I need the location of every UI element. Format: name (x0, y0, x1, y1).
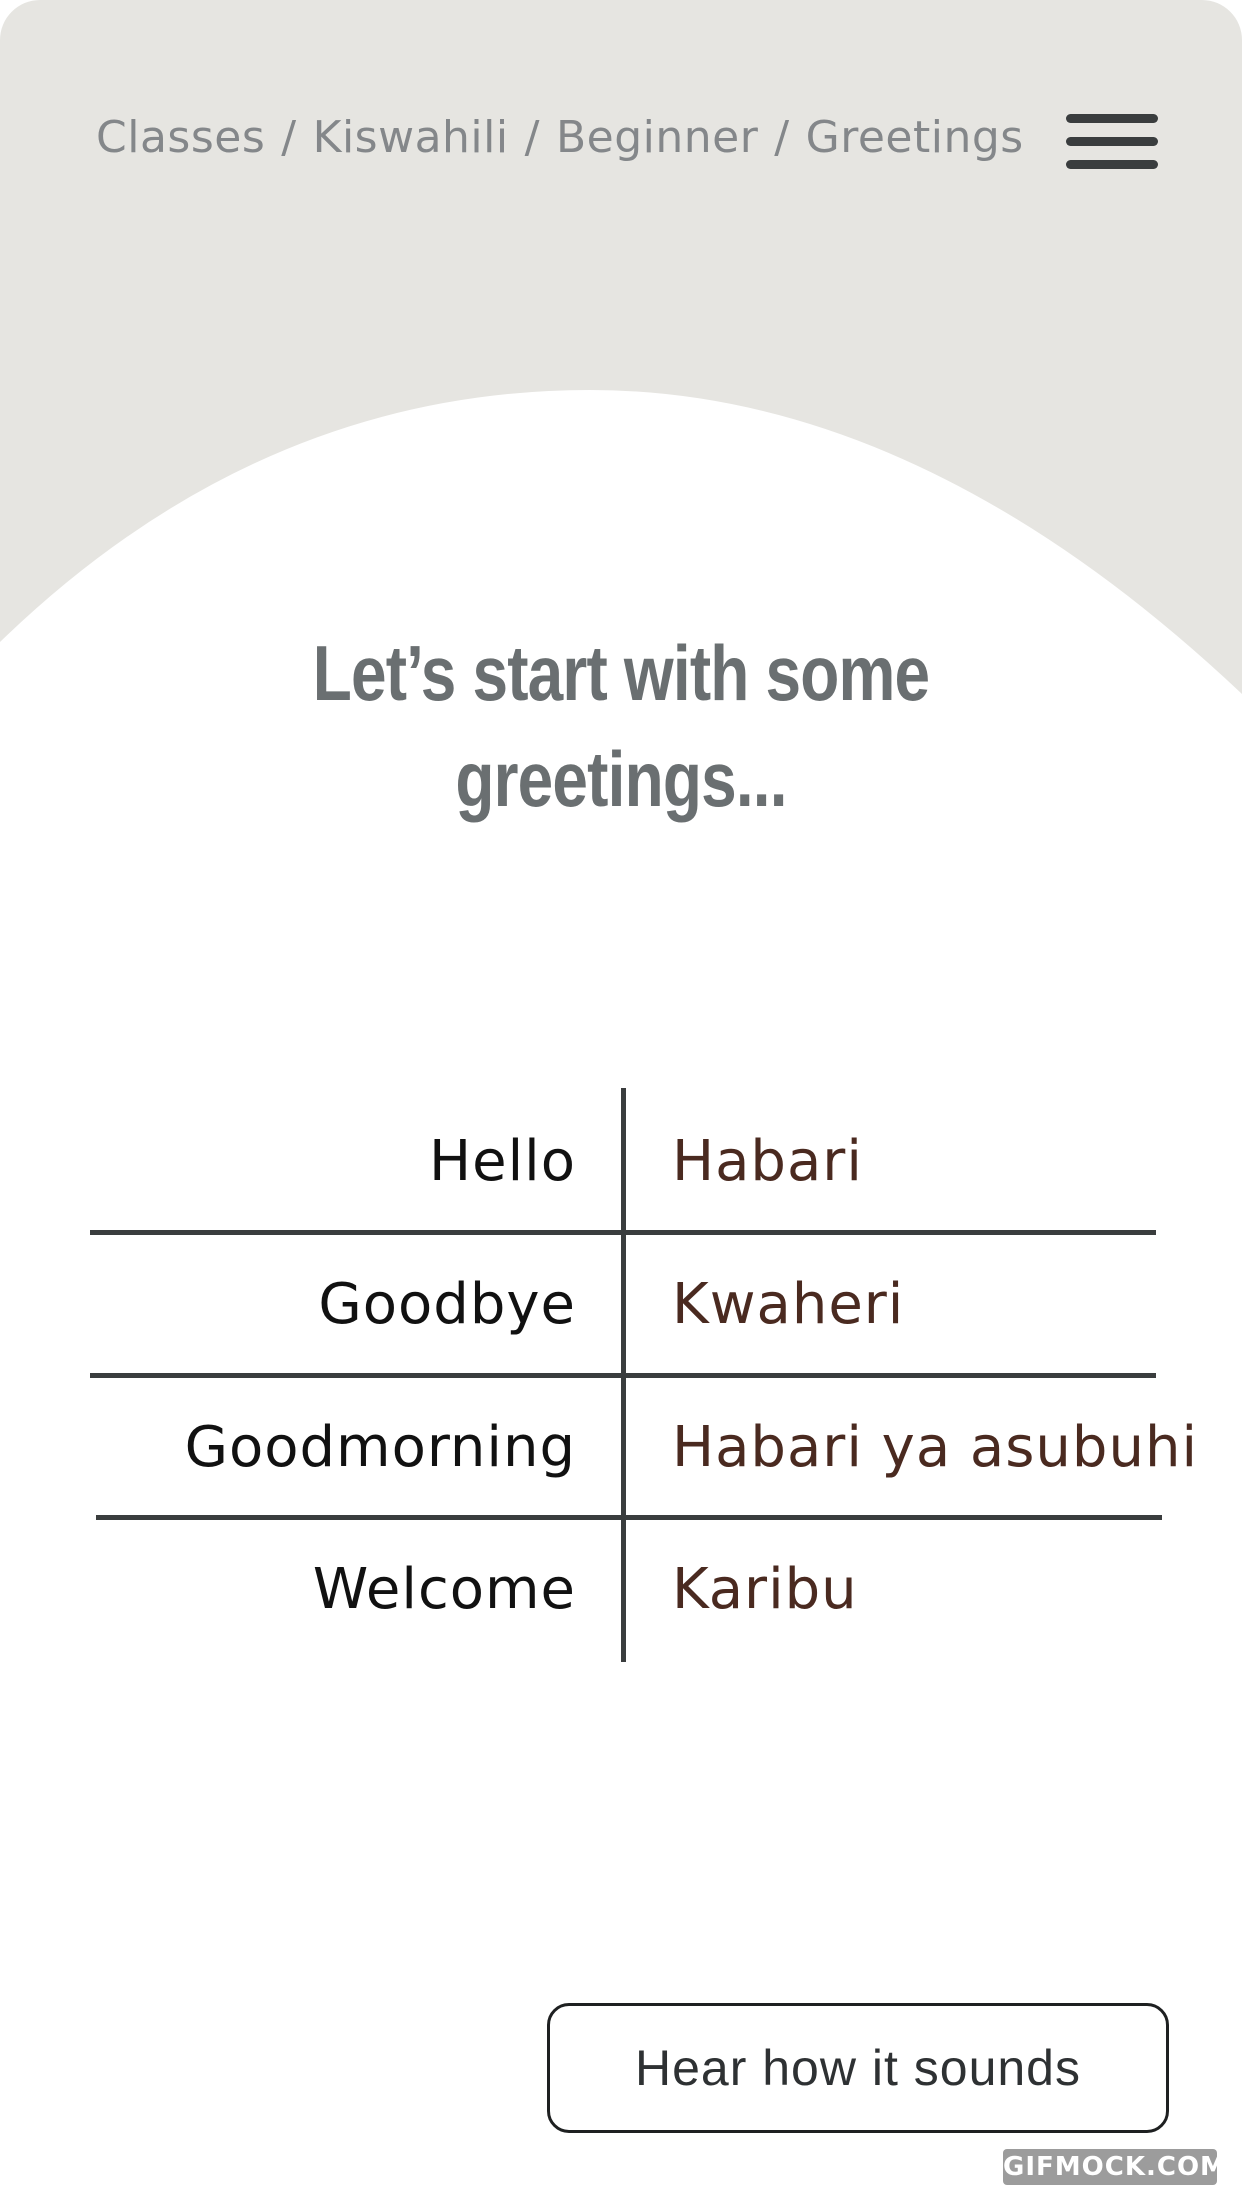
lesson-screen: Classes / Kiswahili / Beginner / Greetin… (0, 0, 1242, 2208)
breadcrumb-separator: / (774, 112, 790, 163)
menu-bar (1066, 114, 1158, 123)
breadcrumb-separator: / (524, 112, 540, 163)
kiswahili-word: Habari ya asubuhi (672, 1415, 1199, 1480)
kiswahili-word: Kwaheri (672, 1272, 905, 1337)
english-word: Goodbye (318, 1272, 576, 1337)
english-word: Welcome (312, 1557, 576, 1622)
table-row-divider (96, 1515, 1162, 1520)
menu-bar (1066, 137, 1158, 146)
hear-pronunciation-button[interactable]: Hear how it sounds (547, 2003, 1169, 2133)
table-row-divider (90, 1230, 1156, 1235)
breadcrumb-item-beginner[interactable]: Beginner (556, 112, 758, 163)
watermark-logo: GIFMOCK.COM (1003, 2149, 1226, 2185)
hamburger-menu-icon[interactable] (1062, 110, 1162, 174)
kiswahili-word: Karibu (672, 1557, 858, 1622)
breadcrumb: Classes / Kiswahili / Beginner / Greetin… (96, 112, 1024, 163)
breadcrumb-item-classes[interactable]: Classes (96, 112, 265, 163)
menu-bar (1066, 160, 1158, 169)
page-title-line-2: greetings... (455, 735, 787, 823)
breadcrumb-item-kiswahili[interactable]: Kiswahili (313, 112, 509, 163)
breadcrumb-item-greetings[interactable]: Greetings (806, 112, 1024, 163)
breadcrumb-separator: / (281, 112, 297, 163)
english-word: Goodmorning (184, 1415, 576, 1480)
page-title-line-1: Let’s start with some (312, 629, 930, 717)
english-word: Hello (429, 1129, 576, 1194)
page-title: Let’s start with some greetings... (293, 620, 949, 832)
kiswahili-word: Habari (672, 1129, 863, 1194)
table-row-divider (90, 1373, 1156, 1378)
header-background (0, 0, 1242, 694)
table-column-divider (621, 1088, 626, 1662)
